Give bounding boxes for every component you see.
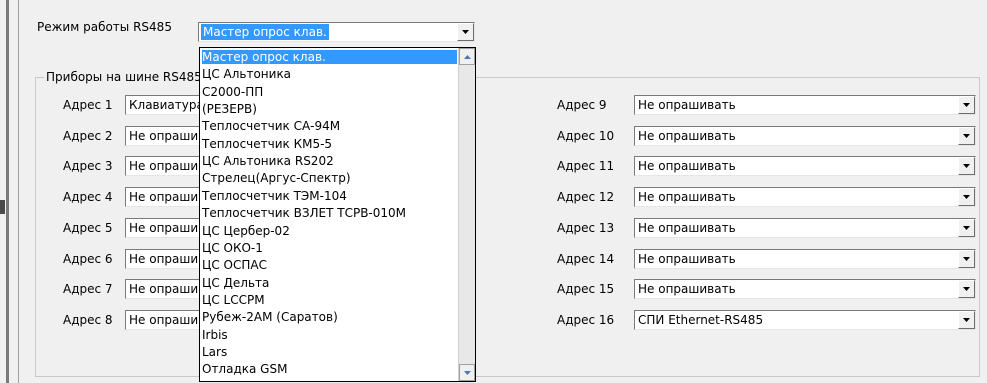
dropdown-option[interactable]: ЦС Альтоника: [202, 67, 291, 81]
left-edge-mark: [0, 200, 5, 214]
dropdown-option[interactable]: ЦС Альтоника RS202: [202, 154, 334, 168]
rs485-mode-value: Мастер опрос клав.: [201, 24, 329, 40]
address-device-value: Не опрашивать: [638, 129, 736, 143]
dropdown-option[interactable]: Теплосчетчик КМ5-5: [202, 137, 332, 151]
bus-devices-group-title: Приборы на шине RS485: [44, 69, 204, 85]
dropdown-option[interactable]: ЦС Дельта: [202, 276, 269, 290]
chevron-down-icon: [963, 287, 970, 291]
address-device-value: Клавиатура: [129, 98, 204, 112]
dropdown-option[interactable]: (РЕЗЕРВ): [202, 102, 257, 116]
scroll-down-button[interactable]: [459, 364, 475, 381]
address-dropdown-button[interactable]: [958, 157, 975, 175]
address-dropdown-button[interactable]: [958, 96, 975, 114]
dropdown-option[interactable]: Стрелец(Аргус-Спектр): [202, 171, 351, 185]
address-label: Адрес 13: [557, 221, 615, 235]
dropdown-option[interactable]: Мастер опрос клав.: [202, 50, 457, 64]
address-dropdown-button[interactable]: [958, 280, 975, 298]
scroll-down-arrow-icon: [463, 370, 471, 375]
address-device-value: Не опрашивать: [638, 159, 736, 173]
address-label: Адрес 4: [63, 190, 113, 204]
address-device-select[interactable]: Не опрашивать: [634, 126, 976, 146]
address-dropdown-button[interactable]: [958, 127, 975, 145]
address-label: Адрес 2: [63, 129, 113, 143]
address-dropdown-button[interactable]: [958, 311, 975, 329]
address-label: Адрес 5: [63, 221, 113, 235]
address-label: Адрес 7: [63, 282, 113, 296]
dropdown-option[interactable]: Lars: [202, 345, 227, 359]
address-label: Адрес 6: [63, 252, 113, 266]
chevron-down-icon: [963, 164, 970, 168]
rs485-mode-label: Режим работы RS485: [37, 20, 172, 34]
dropdown-option[interactable]: ЦС LCCPM: [202, 293, 265, 307]
dropdown-option[interactable]: Теплосчетчик ВЗЛЕТ ТСРВ-010М: [202, 206, 406, 220]
address-label: Адрес 1: [63, 98, 113, 112]
address-device-value: Не опрашивать: [638, 282, 736, 296]
dropdown-option[interactable]: Irbis: [202, 328, 228, 342]
address-label: Адрес 12: [557, 190, 615, 204]
dropdown-option[interactable]: ЦС Цербер-02: [202, 224, 290, 238]
address-device-select[interactable]: Не опрашивать: [634, 95, 976, 115]
scroll-up-arrow-icon: [463, 54, 471, 59]
address-label: Адрес 3: [63, 159, 113, 173]
chevron-down-icon: [963, 257, 970, 261]
chevron-down-icon: [963, 226, 970, 230]
dropdown-option[interactable]: Теплосчетчик ТЭМ-104: [202, 189, 347, 203]
window-left-border: [0, 0, 14, 383]
address-label: Адрес 8: [63, 313, 113, 327]
address-label: Адрес 15: [557, 282, 615, 296]
dropdown-option[interactable]: Теплосчетчик СА-94М: [202, 119, 340, 133]
dropdown-scrollbar[interactable]: [458, 48, 475, 381]
chevron-down-icon: [963, 103, 970, 107]
rs485-mode-select[interactable]: Мастер опрос клав.: [198, 22, 475, 42]
dropdown-option[interactable]: Рубеж-2АМ (Саратов): [202, 310, 338, 324]
rs485-mode-dropdown-button[interactable]: [457, 23, 474, 41]
address-label: Адрес 10: [557, 129, 615, 143]
address-device-value: Не опрашивать: [638, 98, 736, 112]
dropdown-option[interactable]: Отладка GSM: [202, 362, 287, 376]
left-edge-strip: [6, 0, 9, 383]
address-label: Адрес 14: [557, 252, 615, 266]
chevron-down-icon: [963, 134, 970, 138]
scroll-up-button[interactable]: [459, 48, 475, 65]
address-device-value: Не опрашивать: [638, 252, 736, 266]
address-device-select[interactable]: Не опрашивать: [634, 156, 976, 176]
dropdown-option[interactable]: ЦС ОКО-1: [202, 241, 263, 255]
address-device-select[interactable]: Не опрашивать: [634, 218, 976, 238]
address-dropdown-button[interactable]: [958, 250, 975, 268]
address-dropdown-button[interactable]: [958, 219, 975, 237]
chevron-down-icon: [462, 30, 469, 34]
address-device-value: Не опрашивать: [638, 190, 736, 204]
address-label: Адрес 16: [557, 313, 615, 327]
dropdown-option[interactable]: С2000-ПП: [202, 85, 263, 99]
dropdown-option[interactable]: ЦС ОСПАС: [202, 258, 267, 272]
rs485-mode-dropdown-list[interactable]: Мастер опрос клав. ЦС Альтоника С2000-ПП (Р…: [199, 47, 476, 382]
chevron-down-icon: [963, 318, 970, 322]
address-device-select[interactable]: СПИ Ethernet-RS485: [634, 310, 976, 330]
address-dropdown-button[interactable]: [958, 188, 975, 206]
address-device-value: Не опрашивать: [638, 221, 736, 235]
address-device-select[interactable]: Не опрашивать: [634, 187, 976, 207]
address-label: Адрес 11: [557, 159, 615, 173]
address-label: Адрес 9: [557, 98, 607, 112]
address-device-select[interactable]: Не опрашивать: [634, 249, 976, 269]
address-device-value: СПИ Ethernet-RS485: [638, 313, 764, 327]
chevron-down-icon: [963, 195, 970, 199]
address-device-select[interactable]: Не опрашивать: [634, 279, 976, 299]
